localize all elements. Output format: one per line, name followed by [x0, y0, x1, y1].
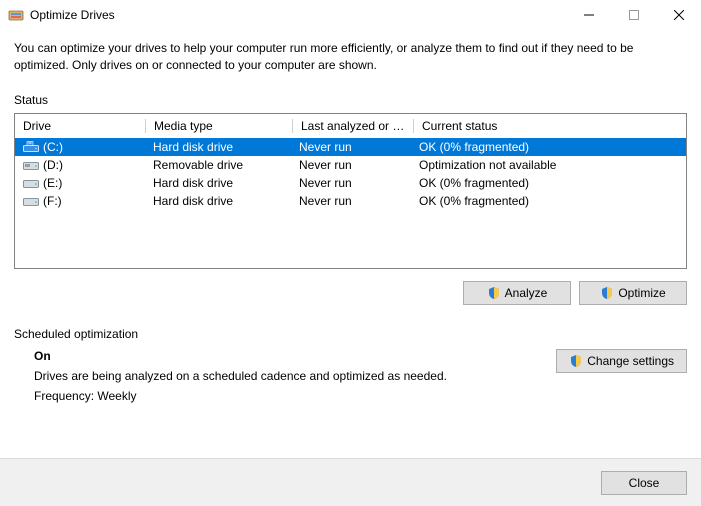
- drive-last: Never run: [291, 176, 411, 190]
- app-icon: [8, 7, 24, 23]
- change-settings-label: Change settings: [587, 354, 674, 368]
- titlebar: Optimize Drives: [0, 0, 701, 30]
- drive-status: OK (0% fragmented): [411, 176, 686, 190]
- drive-name: (C:): [43, 140, 63, 154]
- scheduled-section: Scheduled optimization On Drives are bei…: [14, 327, 687, 409]
- drive-media: Hard disk drive: [145, 194, 291, 208]
- optimize-label: Optimize: [618, 286, 665, 300]
- os-drive-icon: [23, 141, 39, 153]
- change-settings-button[interactable]: Change settings: [556, 349, 687, 373]
- shield-icon: [600, 286, 614, 300]
- drive-status: Optimization not available: [411, 158, 686, 172]
- window-controls: [566, 0, 701, 29]
- column-drive[interactable]: Drive: [15, 119, 145, 133]
- drive-media: Hard disk drive: [145, 140, 291, 154]
- action-buttons: Analyze Optimize: [14, 281, 687, 305]
- drive-media: Removable drive: [145, 158, 291, 172]
- column-status[interactable]: Current status: [414, 119, 686, 133]
- content-area: You can optimize your drives to help you…: [0, 30, 701, 409]
- drive-status: OK (0% fragmented): [411, 194, 686, 208]
- hdd-drive-icon: [23, 177, 39, 189]
- scheduled-frequency: Frequency: Weekly: [34, 389, 556, 403]
- drive-list-header: Drive Media type Last analyzed or o... C…: [15, 114, 686, 138]
- drive-list: Drive Media type Last analyzed or o... C…: [14, 113, 687, 269]
- optimize-button[interactable]: Optimize: [579, 281, 687, 305]
- drive-row[interactable]: (F:) Hard disk drive Never run OK (0% fr…: [15, 192, 686, 210]
- close-window-button[interactable]: [656, 0, 701, 29]
- window-title: Optimize Drives: [30, 8, 566, 22]
- analyze-label: Analyze: [505, 286, 548, 300]
- scheduled-state: On: [34, 349, 556, 363]
- drive-last: Never run: [291, 194, 411, 208]
- drive-last: Never run: [291, 140, 411, 154]
- drive-media: Hard disk drive: [145, 176, 291, 190]
- drive-row[interactable]: (C:) Hard disk drive Never run OK (0% fr…: [15, 138, 686, 156]
- drive-name: (E:): [43, 176, 62, 190]
- removable-drive-icon: [23, 159, 39, 171]
- footer: Close: [0, 458, 701, 506]
- drive-row[interactable]: (D:) Removable drive Never run Optimizat…: [15, 156, 686, 174]
- shield-icon: [569, 354, 583, 368]
- scheduled-label: Scheduled optimization: [14, 327, 687, 341]
- analyze-button[interactable]: Analyze: [463, 281, 571, 305]
- hdd-drive-icon: [23, 195, 39, 207]
- column-last[interactable]: Last analyzed or o...: [293, 119, 413, 133]
- scheduled-desc: Drives are being analyzed on a scheduled…: [34, 369, 556, 383]
- minimize-button[interactable]: [566, 0, 611, 29]
- drive-status: OK (0% fragmented): [411, 140, 686, 154]
- drive-name: (D:): [43, 158, 63, 172]
- intro-text: You can optimize your drives to help you…: [14, 40, 684, 75]
- shield-icon: [487, 286, 501, 300]
- column-media[interactable]: Media type: [146, 119, 292, 133]
- drive-row[interactable]: (E:) Hard disk drive Never run OK (0% fr…: [15, 174, 686, 192]
- drive-last: Never run: [291, 158, 411, 172]
- status-label: Status: [14, 93, 687, 107]
- close-button[interactable]: Close: [601, 471, 687, 495]
- drive-name: (F:): [43, 194, 62, 208]
- maximize-button[interactable]: [611, 0, 656, 29]
- close-label: Close: [629, 476, 660, 490]
